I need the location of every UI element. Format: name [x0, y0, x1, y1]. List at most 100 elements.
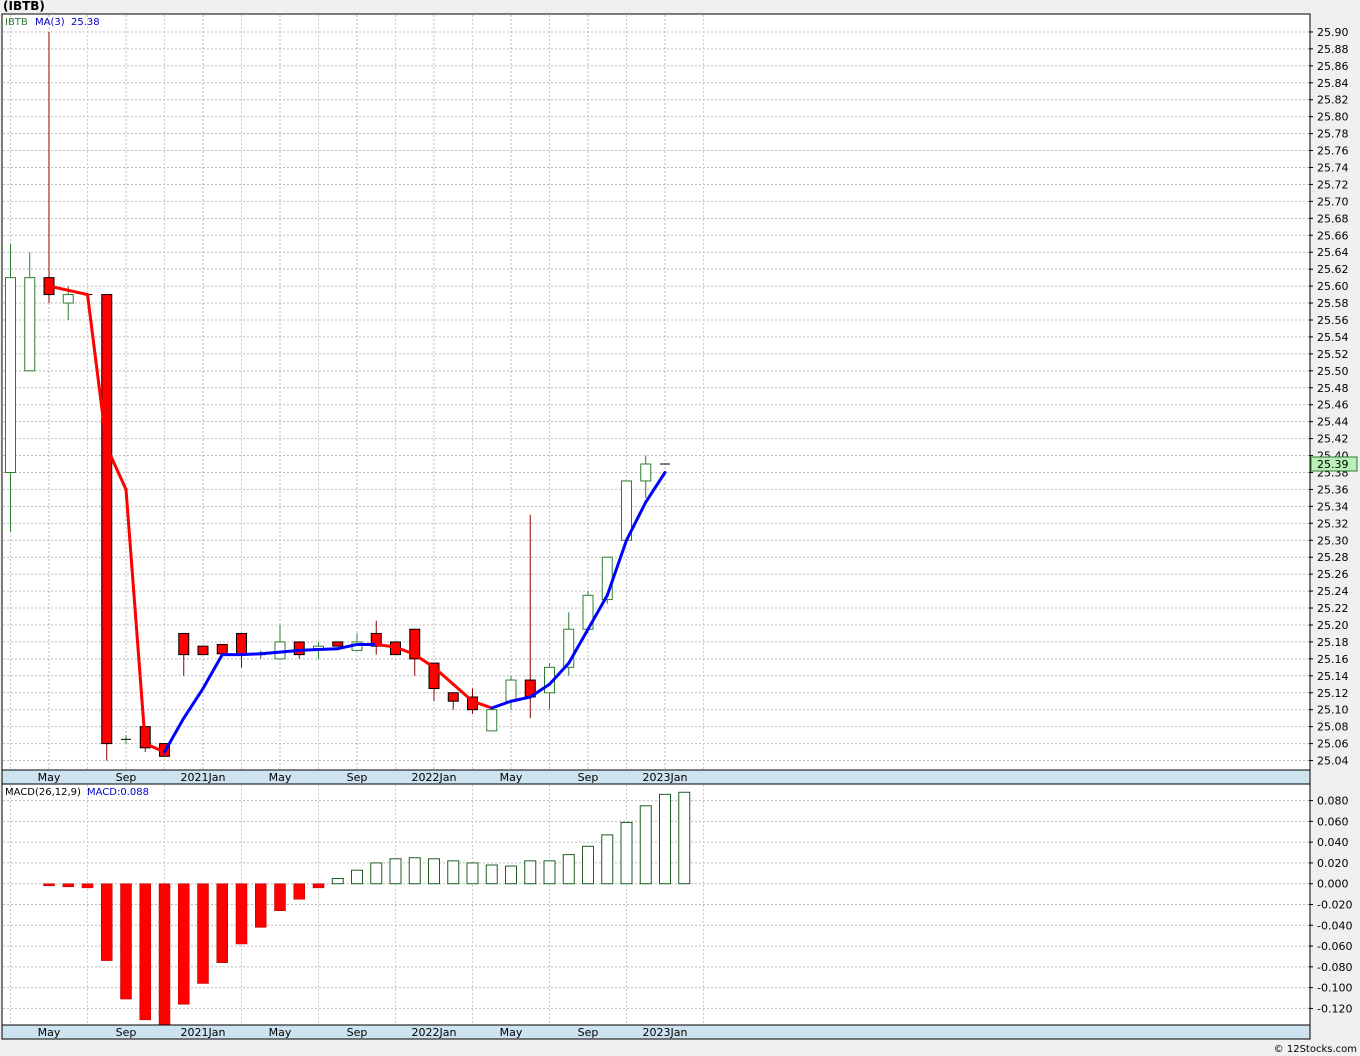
macd-tick-label: 0.080 — [1317, 795, 1349, 808]
price-tick-label: 25.36 — [1317, 483, 1349, 496]
stock-chart: (IBTB) 25.90 25.88 25.86 25.84 25.82 25.80 25.… — [0, 0, 1360, 1056]
macd-bar-negative — [197, 883, 209, 984]
macd-bar-positive — [331, 878, 344, 885]
date-tick-label: Sep — [116, 1026, 137, 1039]
date-tick-label: May — [38, 771, 61, 784]
macd-bar-positive — [562, 854, 575, 885]
price-tick-label: 25.42 — [1317, 433, 1349, 446]
price-tick-label: 25.72 — [1317, 178, 1349, 191]
date-axis-top: May Sep 2021Jan May Sep 2022Jan May Sep 2023Jan — [38, 771, 688, 784]
macd-bar-negative — [43, 883, 55, 887]
price-tick-label: 25.60 — [1317, 280, 1349, 293]
candle-up — [505, 679, 517, 702]
price-tick-label: 25.78 — [1317, 128, 1349, 141]
macd-bar-negative — [158, 883, 171, 1026]
price-tick-label: 25.04 — [1317, 755, 1349, 768]
legend-symbol: IBTB — [5, 17, 28, 28]
chart-title: (IBTB) — [3, 0, 45, 13]
macd-bar-positive — [370, 862, 383, 885]
price-tick-label: 25.06 — [1317, 738, 1349, 751]
macd-bar-positive — [408, 857, 421, 885]
macd-bar-positive — [351, 869, 363, 885]
price-tick-label: 25.32 — [1317, 517, 1349, 530]
last-price-label: 25.39 — [1317, 458, 1349, 471]
macd-bar-negative — [139, 883, 151, 1021]
price-panel — [1, 13, 1311, 771]
macd-tick-label: -0.020 — [1317, 899, 1352, 912]
macd-bar-negative — [255, 883, 267, 928]
macd-bar-positive — [601, 834, 614, 885]
watermark: © 12Stocks.com — [1274, 1044, 1357, 1055]
price-tick-label: 25.58 — [1317, 297, 1349, 310]
price-tick-label: 25.12 — [1317, 687, 1349, 700]
macd-bar-negative — [216, 883, 228, 963]
price-tick-label: 25.50 — [1317, 365, 1349, 378]
price-tick-label: 25.74 — [1317, 161, 1349, 174]
ma-segment — [278, 648, 301, 654]
date-tick-label: Sep — [347, 1026, 368, 1039]
macd-bar-positive — [485, 864, 498, 885]
price-tick-label: 25.28 — [1317, 551, 1349, 564]
price-tick-label: 25.10 — [1317, 704, 1349, 717]
macd-bar-positive — [505, 865, 517, 885]
macd-bar-positive — [678, 791, 691, 885]
macd-bar-negative — [312, 883, 325, 889]
macd-legend-value: MACD:0.088 — [87, 787, 149, 798]
price-tick-label: 25.44 — [1317, 416, 1349, 429]
date-tick-label: Sep — [578, 771, 599, 784]
price-tick-label: 25.56 — [1317, 314, 1349, 327]
date-tick-label: May — [38, 1026, 61, 1039]
macd-bar-positive — [659, 793, 671, 885]
macd-bar-positive — [639, 805, 652, 885]
candle-up — [24, 277, 36, 372]
date-axis-bottom: May Sep 2021Jan May Sep 2022Jan May Sep 2023Jan — [38, 1026, 688, 1039]
candle-up — [62, 294, 74, 304]
ma-segment — [240, 652, 263, 657]
macd-bar-positive — [543, 860, 556, 885]
macd-bar-positive — [582, 845, 594, 885]
price-tick-label: 25.48 — [1317, 382, 1349, 395]
ma-segment — [297, 648, 320, 652]
candle-up — [5, 277, 16, 473]
price-tick-label: 25.90 — [1317, 26, 1349, 39]
price-tick-label: 25.14 — [1317, 670, 1349, 683]
macd-bar-positive — [620, 821, 633, 885]
price-tick-label: 25.82 — [1317, 94, 1349, 107]
price-tick-label: 25.22 — [1317, 602, 1349, 615]
date-tick-label: Sep — [578, 1026, 599, 1039]
price-tick-label: 25.62 — [1317, 263, 1349, 276]
price-tick-label: 25.34 — [1317, 500, 1349, 513]
macd-bar-negative — [101, 883, 113, 961]
macd-bar-negative — [178, 883, 190, 1005]
macd-bar-negative — [81, 883, 94, 889]
candle-up — [640, 463, 652, 482]
macd-tick-label: -0.120 — [1317, 1002, 1352, 1015]
date-tick-label: 2021Jan — [181, 1026, 226, 1039]
candle-down — [447, 692, 459, 702]
macd-bar-positive — [524, 860, 537, 885]
price-tick-label: 25.08 — [1317, 721, 1349, 734]
date-tick-label: May — [500, 1026, 523, 1039]
date-tick-label: 2022Jan — [412, 1026, 457, 1039]
price-legend: IBTB MA(3) 25.38 — [5, 17, 100, 28]
date-tick-label: Sep — [116, 771, 137, 784]
date-tick-label: Sep — [347, 771, 368, 784]
price-tick-label: 25.16 — [1317, 653, 1349, 666]
price-tick-label: 25.46 — [1317, 399, 1349, 412]
price-tick-label: 25.64 — [1317, 246, 1349, 259]
price-tick-label: 25.88 — [1317, 43, 1349, 56]
price-tick-label: 25.24 — [1317, 585, 1349, 598]
price-tick-label: 25.76 — [1317, 145, 1349, 158]
macd-bar-negative — [274, 883, 286, 911]
macd-tick-label: 0.020 — [1317, 857, 1349, 870]
candle-down — [101, 294, 113, 745]
price-tick-label: 25.18 — [1317, 636, 1349, 649]
macd-tick-label: 0.060 — [1317, 815, 1349, 828]
macd-tick-label: -0.100 — [1317, 982, 1352, 995]
price-tick-label: 25.20 — [1317, 619, 1349, 632]
candle-down — [236, 632, 247, 656]
date-tick-label: 2023Jan — [643, 1026, 688, 1039]
macd-bar-positive — [428, 858, 440, 885]
candle-down — [293, 641, 305, 656]
legend-ma-label: MA(3) — [35, 17, 65, 28]
